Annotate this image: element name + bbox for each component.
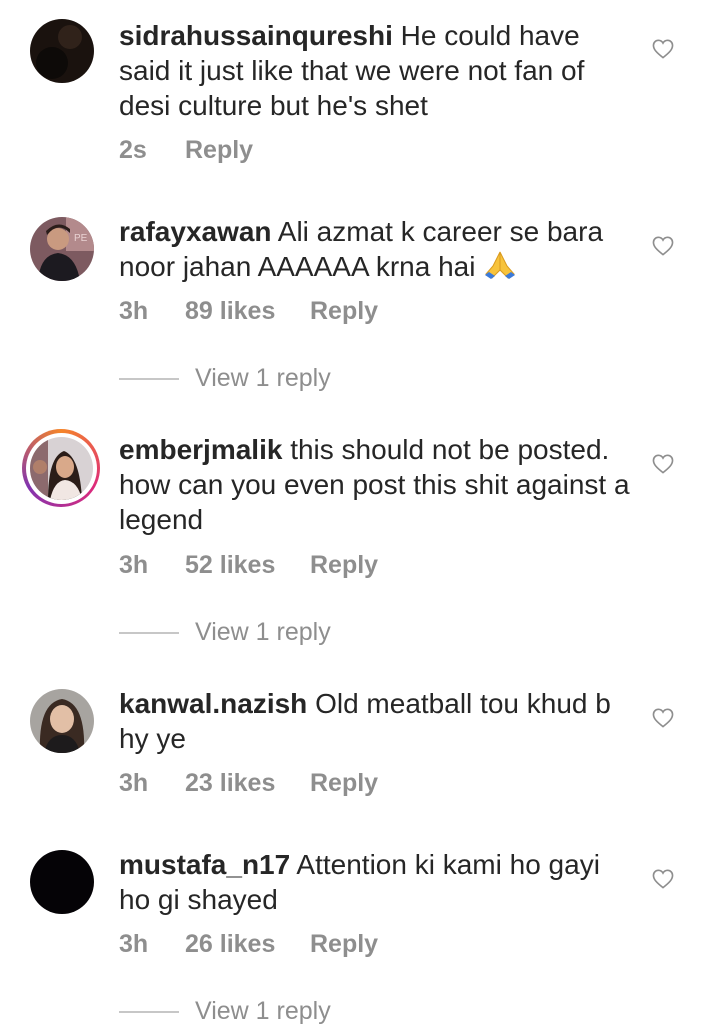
avatar[interactable]: PE (30, 217, 94, 281)
comment-text: kanwal.nazish Old meatball tou khud b hy… (119, 686, 634, 756)
reply-button[interactable]: Reply (185, 136, 253, 165)
view-replies-button[interactable]: View 1 reply (119, 618, 331, 647)
view-replies-button[interactable]: View 1 reply (119, 364, 331, 393)
likes-count[interactable]: 23 likes (185, 769, 310, 798)
comment-username[interactable]: emberjmalik (119, 434, 282, 465)
comment-username[interactable]: mustafa_n17 (119, 849, 290, 880)
heart-icon[interactable] (652, 869, 674, 889)
view-replies-button[interactable]: View 1 reply (119, 997, 331, 1026)
avatar-story-ring[interactable] (22, 429, 100, 507)
comment-meta: 3h 89 likes Reply (119, 297, 378, 326)
avatar[interactable] (30, 19, 94, 83)
comment-meta: 2s Reply (119, 136, 253, 165)
view-replies-divider (119, 1010, 179, 1013)
comment-text: emberjmalik this should not be posted. h… (119, 432, 634, 537)
view-replies-divider (119, 631, 179, 634)
comment-text: mustafa_n17 Attention ki kami ho gayi ho… (119, 847, 634, 917)
comment-username[interactable]: rafayxawan (119, 216, 272, 247)
comment-text: sidrahussainqureshi He could have said i… (119, 18, 634, 123)
comment-time: 2s (119, 136, 147, 164)
comment-text: rafayxawan Ali azmat k career se bara no… (119, 214, 634, 284)
avatar (29, 436, 93, 500)
likes-count[interactable]: 89 likes (185, 297, 310, 326)
reply-button[interactable]: Reply (310, 769, 378, 798)
reply-button[interactable]: Reply (310, 930, 378, 959)
avatar-ring-gap (25, 432, 97, 504)
avatar[interactable] (30, 850, 94, 914)
heart-icon[interactable] (652, 454, 674, 474)
heart-icon[interactable] (652, 708, 674, 728)
heart-icon[interactable] (652, 236, 674, 256)
reply-button[interactable]: Reply (310, 297, 378, 326)
comment-meta: 3h 26 likes Reply (119, 930, 378, 959)
comment-time: 3h (119, 769, 149, 797)
likes-count[interactable]: 52 likes (185, 551, 310, 580)
reply-button[interactable]: Reply (310, 551, 378, 580)
avatar[interactable] (30, 689, 94, 753)
folded-hands-emoji (485, 251, 516, 279)
comment-username[interactable]: kanwal.nazish (119, 688, 307, 719)
comment-time: 3h (119, 297, 149, 325)
view-replies-label: View 1 reply (195, 997, 331, 1025)
view-replies-divider (119, 377, 179, 380)
comment-meta: 3h 23 likes Reply (119, 769, 378, 798)
view-replies-label: View 1 reply (195, 364, 331, 392)
svg-text:PE: PE (74, 233, 88, 244)
view-replies-label: View 1 reply (195, 618, 331, 646)
comment-username[interactable]: sidrahussainqureshi (119, 20, 393, 51)
heart-icon[interactable] (652, 39, 674, 59)
comment-time: 3h (119, 551, 149, 579)
comment-time: 3h (119, 930, 149, 958)
comment-meta: 3h 52 likes Reply (119, 551, 378, 580)
likes-count[interactable]: 26 likes (185, 930, 310, 959)
